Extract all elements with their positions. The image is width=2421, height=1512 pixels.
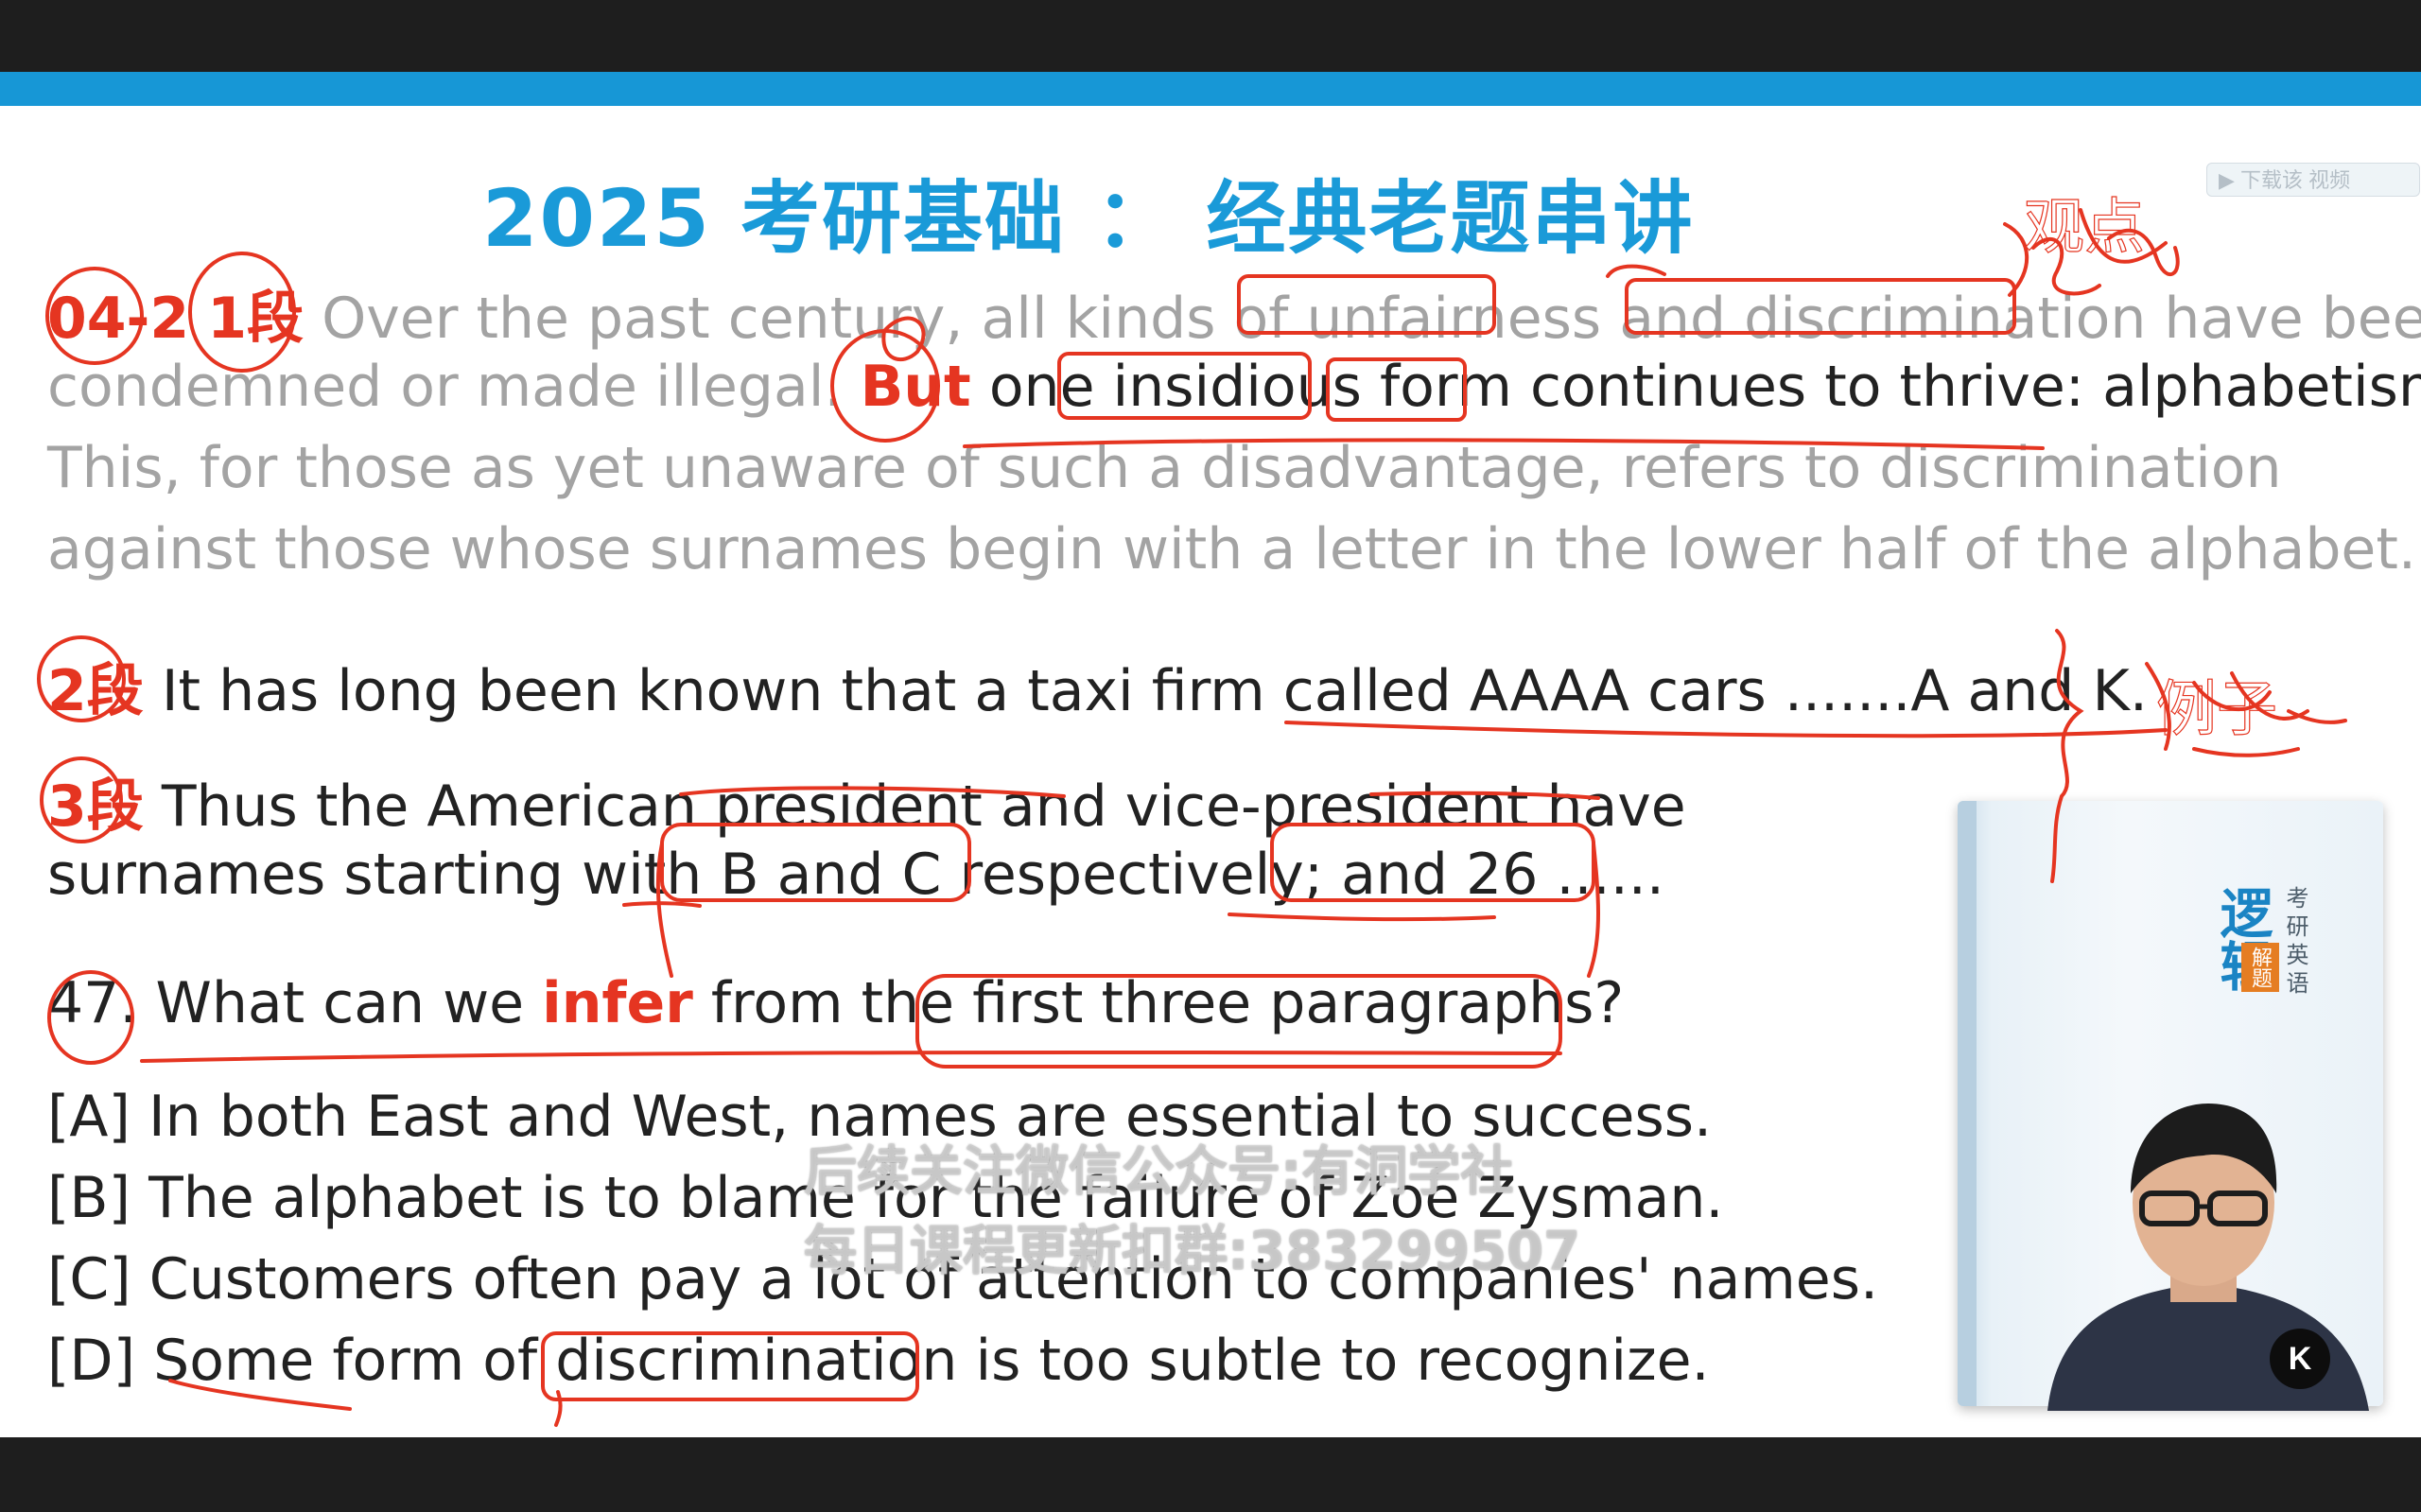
option-label: [D]: [47, 1328, 136, 1394]
bottom-black-bar: [0, 1437, 2421, 1512]
para1-line3: This, for those as yet unaware of such a…: [47, 435, 2282, 501]
download-label: 下载该 视频: [2240, 168, 2351, 192]
book-side-text: 考研英语: [2282, 886, 2308, 999]
option-label: [A]: [47, 1084, 131, 1150]
option-label: [B]: [47, 1165, 131, 1231]
para1-but: But: [860, 354, 971, 420]
para3-line1: 3段 Thus the American president and vice-…: [47, 760, 1686, 843]
para1-line2-grey: condemned or made illegal.: [47, 354, 843, 420]
slide-title: 2025 考研基础 ： 经典老题串讲: [482, 172, 1695, 265]
slide-header-bar: [0, 72, 2421, 106]
para1-tag: 04-2: [47, 286, 190, 352]
para2-section: 2段: [47, 658, 144, 724]
book-spine: [1958, 801, 1977, 1406]
watermark-line2: 每日课程更新扣群:383299507: [804, 1221, 1581, 1282]
para1-line2: condemned or made illegal. But one insid…: [47, 354, 2421, 420]
para3-section: 3段: [47, 773, 144, 840]
watermark-line1: 后续关注微信公众号:有洞学社: [804, 1141, 1514, 1203]
para1-line1-text: Over the past century, all kinds of unfa…: [322, 286, 2421, 352]
option-d: [D] Some form of discrimination is too s…: [47, 1328, 1710, 1394]
question-before: What can we: [155, 970, 525, 1036]
handwritten-right: 例子: [2156, 675, 2277, 745]
download-video-button[interactable]: ▶ 下载该 视频: [2206, 163, 2420, 197]
para1-line1: 04-2 1段 Over the past century, all kinds…: [47, 272, 2421, 355]
handwritten-top-right: 观点: [2024, 193, 2145, 263]
para3-line2: surnames starting with B and C respectiv…: [47, 842, 1664, 908]
question-number: 47.: [47, 970, 138, 1036]
para1-line4: against those whose surnames begin with …: [47, 516, 2416, 582]
top-black-bar: [0, 0, 2421, 72]
option-label: [C]: [47, 1246, 131, 1312]
para1-section: 1段: [207, 286, 304, 352]
para3-line1-text: Thus the American president and vice-pre…: [161, 773, 1686, 840]
k-logo-icon: K: [2270, 1329, 2330, 1389]
question-keyword: infer: [542, 970, 693, 1036]
lecture-slide: 2025 考研基础 ： 经典老题串讲 ▶ 下载该 视频 04-2 1段 Over…: [0, 106, 2421, 1437]
book-tag: 解题: [2241, 943, 2279, 992]
question-after: from the first three paragraphs?: [710, 970, 1625, 1036]
option-text: Some form of discrimination is too subtl…: [153, 1328, 1710, 1394]
para2-text: It has long been known that a taxi firm …: [161, 658, 2148, 724]
para1-line2-dark: one insidious form continues to thrive: …: [988, 354, 2421, 420]
presenter-video: [2047, 1104, 2369, 1411]
para2-line: 2段 It has long been known that a taxi fi…: [47, 645, 2148, 727]
question-line: 47. What can we infer from the first thr…: [47, 970, 1624, 1036]
